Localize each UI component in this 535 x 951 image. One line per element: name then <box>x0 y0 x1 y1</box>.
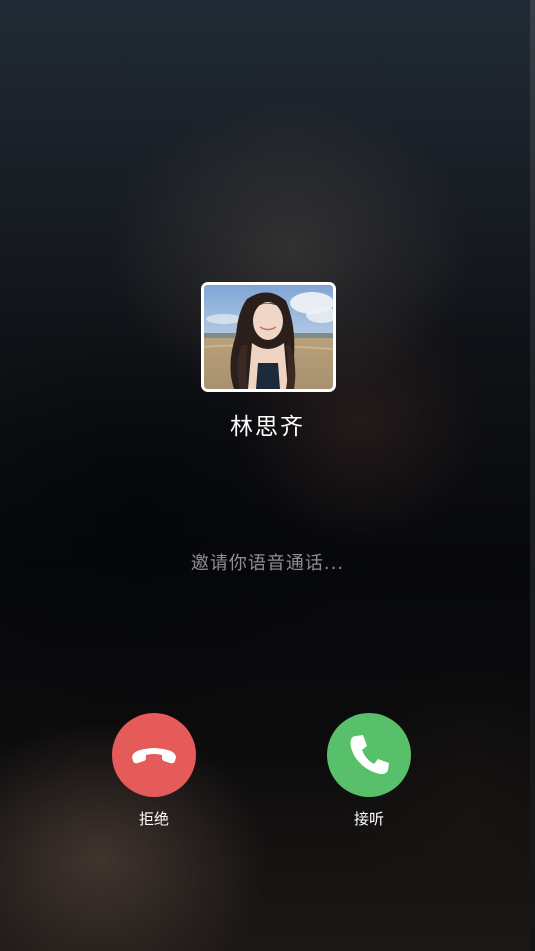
caller-avatar <box>201 282 336 392</box>
decline-call-button[interactable] <box>112 713 196 797</box>
accept-call-button[interactable] <box>327 713 411 797</box>
screen-edge <box>530 0 535 951</box>
phone-icon <box>350 735 389 775</box>
decline-label: 拒绝 <box>138 810 169 828</box>
incoming-voice-call-screen: 林思齐 邀请你语音通话... 拒绝 接听 <box>0 0 535 951</box>
accept-label: 接听 <box>353 810 384 828</box>
caller-name: 林思齐 <box>230 414 305 440</box>
phone-hangup-icon <box>132 748 176 764</box>
blurred-background <box>0 0 535 951</box>
call-status-text: 邀请你语音通话... <box>190 553 345 574</box>
